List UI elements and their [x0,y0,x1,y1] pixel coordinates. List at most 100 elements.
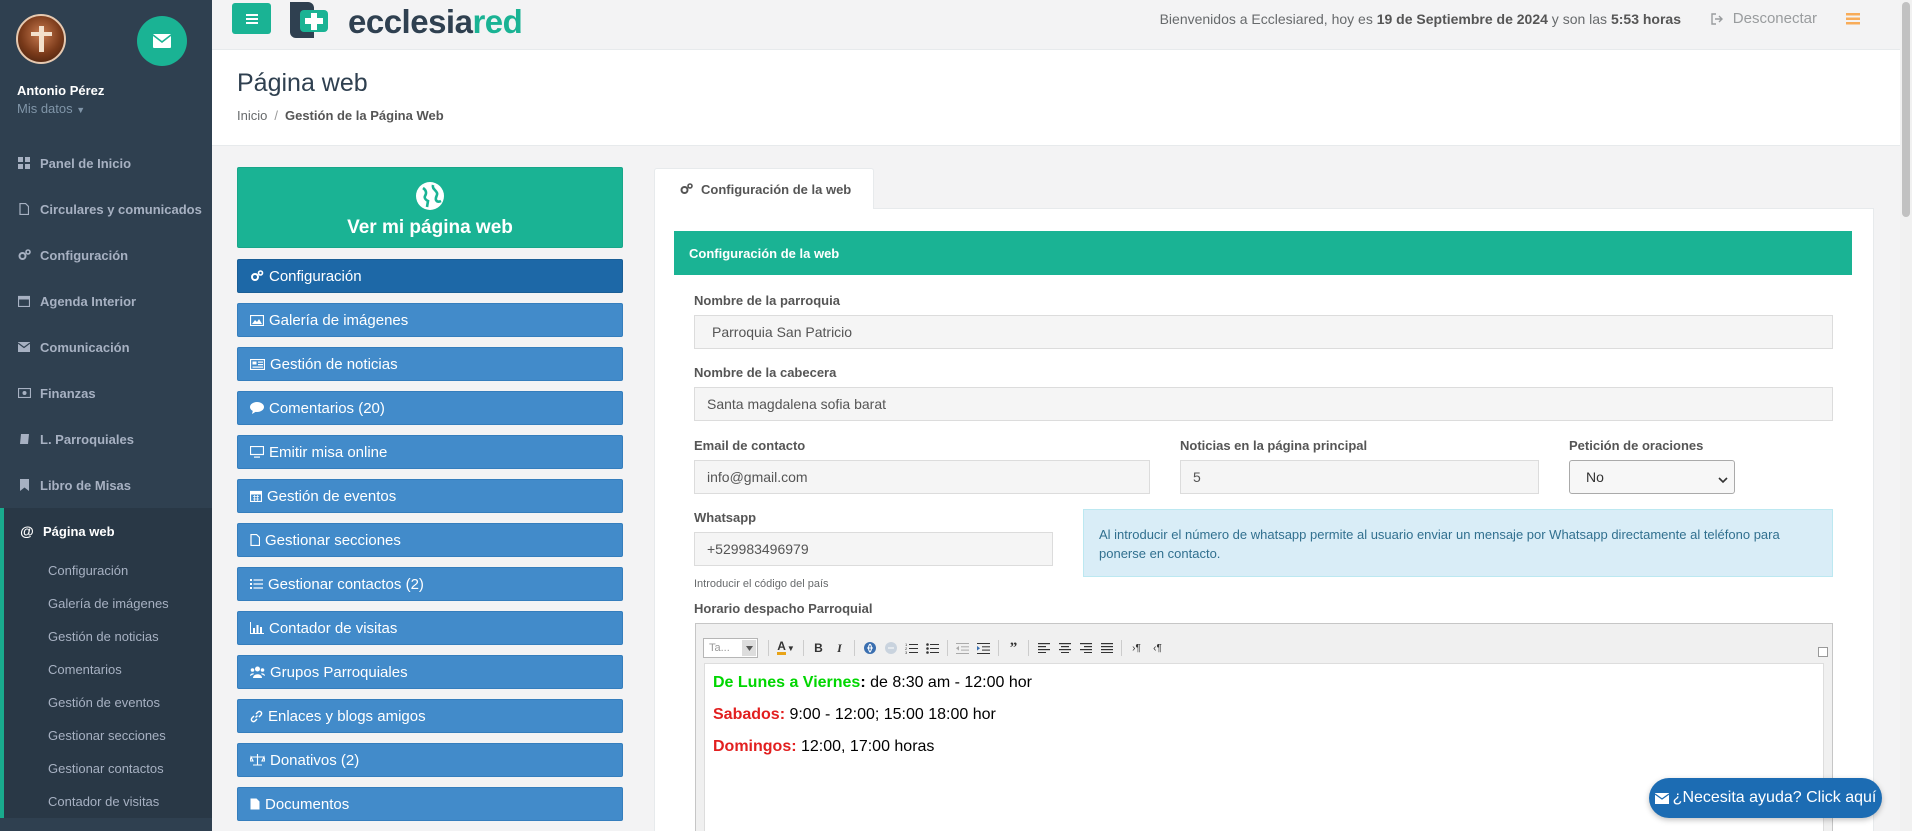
scrollbar-thumb[interactable] [1902,2,1910,217]
subnav-item-contactos[interactable]: Gestionar contactos [4,752,212,785]
outdent-button[interactable] [952,638,973,658]
nav-item-libro-misas[interactable]: Libro de Misas [0,462,212,508]
menu-button-contactos[interactable]: Gestionar contactos (2) [237,567,623,601]
bold-icon: B [814,641,823,655]
justify-icon [1100,643,1113,653]
parish-name-input[interactable]: Parroquia San Patricio [694,315,1833,349]
breadcrumb-separator: / [274,108,278,123]
format-combo[interactable]: Ta... [703,638,758,658]
nav-item-libros-parroquiales[interactable]: L. Parroquiales [0,416,212,462]
envelope-icon [1654,792,1669,804]
subnav-item-secciones[interactable]: Gestionar secciones [4,719,212,752]
menu-button-secciones[interactable]: Gestionar secciones [237,523,623,557]
menu-button-misa-online[interactable]: Emitir misa online [237,435,623,469]
subnav-item-galeria[interactable]: Galería de imágenes [4,587,212,620]
ecclesiared-logo[interactable]: ecclesiared [290,0,523,42]
nav-item-comunicacion[interactable]: Comunicación [0,324,212,370]
avatar[interactable] [16,14,66,64]
link-icon [250,710,263,723]
whatsapp-input[interactable]: +529983496979 [694,532,1053,566]
menu-button-eventos[interactable]: Gestión de eventos [237,479,623,513]
top-bar: ecclesiared Bienvenidos a Ecclesiared, h… [212,0,1900,50]
menu-button-noticias[interactable]: Gestión de noticias [237,347,623,381]
maximize-icon[interactable] [1818,647,1828,657]
bullet-list-button[interactable] [922,638,943,658]
subnav-item-eventos[interactable]: Gestión de eventos [4,686,212,719]
nav-item-pagina-web[interactable]: @ Página web [0,508,212,554]
menu-button-comentarios[interactable]: Comentarios (20) [237,391,623,425]
menu-button-label: Grupos Parroquiales [270,663,408,681]
text-color-icon: A [777,639,786,655]
nav-item-finanzas[interactable]: Finanzas [0,370,212,416]
nav-label: Configuración [40,247,129,263]
breadcrumb-home[interactable]: Inicio [237,108,267,123]
align-center-button[interactable] [1054,638,1075,658]
menu-button-documentos[interactable]: Documentos [237,787,623,821]
toggle-menu-button[interactable] [232,3,271,34]
blockquote-button[interactable]: ” [1003,638,1024,658]
ltr-button[interactable]: ›¶ [1126,638,1147,658]
indent-icon [977,642,990,654]
my-data-label: Mis datos [17,101,73,116]
office-hours-label: Horario despacho Parroquial [694,601,873,616]
help-button[interactable]: ¿Necesita ayuda? Click aquí [1649,778,1882,818]
menu-button-label: Gestión de noticias [270,355,398,373]
bullet-list-icon [926,643,939,654]
header-name-input[interactable]: Santa magdalena sofia barat [694,387,1833,421]
at-icon: @ [20,523,34,539]
tab-label: Configuración de la web [701,181,852,197]
tab-configuracion-web[interactable]: Configuración de la web [654,168,874,209]
menu-button-visitas[interactable]: Contador de visitas [237,611,623,645]
prayer-request-value: No [1586,469,1604,485]
menu-button-grupos[interactable]: Grupos Parroquiales [237,655,623,689]
italic-button[interactable]: I [829,638,850,658]
menu-button-label: Gestionar contactos (2) [268,575,424,593]
menu-button-enlaces[interactable]: Enlaces y blogs amigos [237,699,623,733]
subnav-item-comentarios[interactable]: Comentarios [4,653,212,686]
profile-block: Antonio Pérez Mis datos ▼ [0,0,212,140]
current-date: 19 de Septiembre de 2024 [1376,11,1548,27]
editor-toolbar: Ta... A ▼ B I 123 ” ›¶ ‹¶ [703,636,1168,660]
indent-button[interactable] [973,638,994,658]
justify-button[interactable] [1096,638,1117,658]
logout-link[interactable]: Desconectar [1711,10,1817,27]
rtl-button[interactable]: ‹¶ [1147,638,1168,658]
view-website-button[interactable]: Ver mi página web [237,167,623,248]
prayer-request-select[interactable]: No [1569,460,1735,494]
news-count-input[interactable]: 5 [1180,460,1539,494]
menu-button-configuracion[interactable]: Configuración [237,259,623,293]
nav-label: Página web [43,523,115,539]
align-left-button[interactable] [1033,638,1054,658]
help-button-label: ¿Necesita ayuda? Click aquí [1672,789,1877,806]
rtl-icon: ‹¶ [1153,642,1162,654]
numbered-list-button[interactable]: 123 [901,638,922,658]
unlink-button[interactable] [880,638,901,658]
envelope-icon [153,34,171,48]
page-scrollbar[interactable] [1900,0,1912,831]
menu-button-label: Gestionar secciones [265,531,401,549]
bold-button[interactable]: B [808,638,829,658]
money-icon [17,388,31,398]
whatsapp-label: Whatsapp [694,510,757,525]
messages-button[interactable] [137,16,187,66]
text-color-button[interactable]: A ▼ [773,638,799,658]
tasks-icon[interactable] [1846,12,1860,28]
subnav-item-noticias[interactable]: Gestión de noticias [4,620,212,653]
align-right-button[interactable] [1075,638,1096,658]
caret-down-icon: ▼ [76,105,86,115]
contact-email-input[interactable]: info@gmail.com [694,460,1150,494]
nav-item-circulares[interactable]: Circulares y comunicados [0,186,212,232]
nav-item-configuracion[interactable]: Configuración [0,232,212,278]
my-data-dropdown[interactable]: Mis datos ▼ [17,101,85,116]
file-icon [250,534,260,546]
insert-link-button[interactable] [859,638,880,658]
hamburger-icon [245,13,258,24]
menu-button-galeria[interactable]: Galería de imágenes [237,303,623,337]
nav-item-agenda[interactable]: Agenda Interior [0,278,212,324]
menu-button-label: Configuración [269,267,362,285]
italic-icon: I [837,640,842,655]
nav-item-panel-inicio[interactable]: Panel de Inicio [0,140,212,186]
menu-button-donativos[interactable]: Donativos (2) [237,743,623,777]
subnav-item-configuracion[interactable]: Configuración [4,554,212,587]
subnav-item-visitas[interactable]: Contador de visitas [4,785,212,818]
